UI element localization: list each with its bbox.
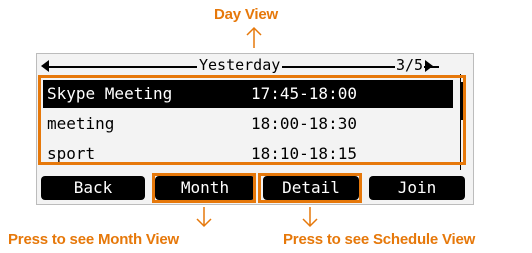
back-softkey[interactable]: Back xyxy=(41,176,145,200)
detail-softkey-highlight xyxy=(258,173,362,203)
arrow-down-icon xyxy=(302,207,318,228)
join-softkey[interactable]: Join xyxy=(369,176,465,200)
right-arrow-icon[interactable] xyxy=(425,60,433,72)
event-list-highlight xyxy=(38,75,466,165)
callout-day-view: Day View xyxy=(214,6,278,23)
arrow-down-icon xyxy=(196,207,212,228)
callout-month-view: Press to see Month View xyxy=(8,231,180,248)
arrow-up-icon xyxy=(246,26,262,48)
page-title: Yesterday xyxy=(197,56,283,74)
month-softkey-highlight xyxy=(152,173,256,203)
callout-schedule-view: Press to see Schedule View xyxy=(283,231,476,248)
page-indicator: 3/5 xyxy=(395,56,425,74)
